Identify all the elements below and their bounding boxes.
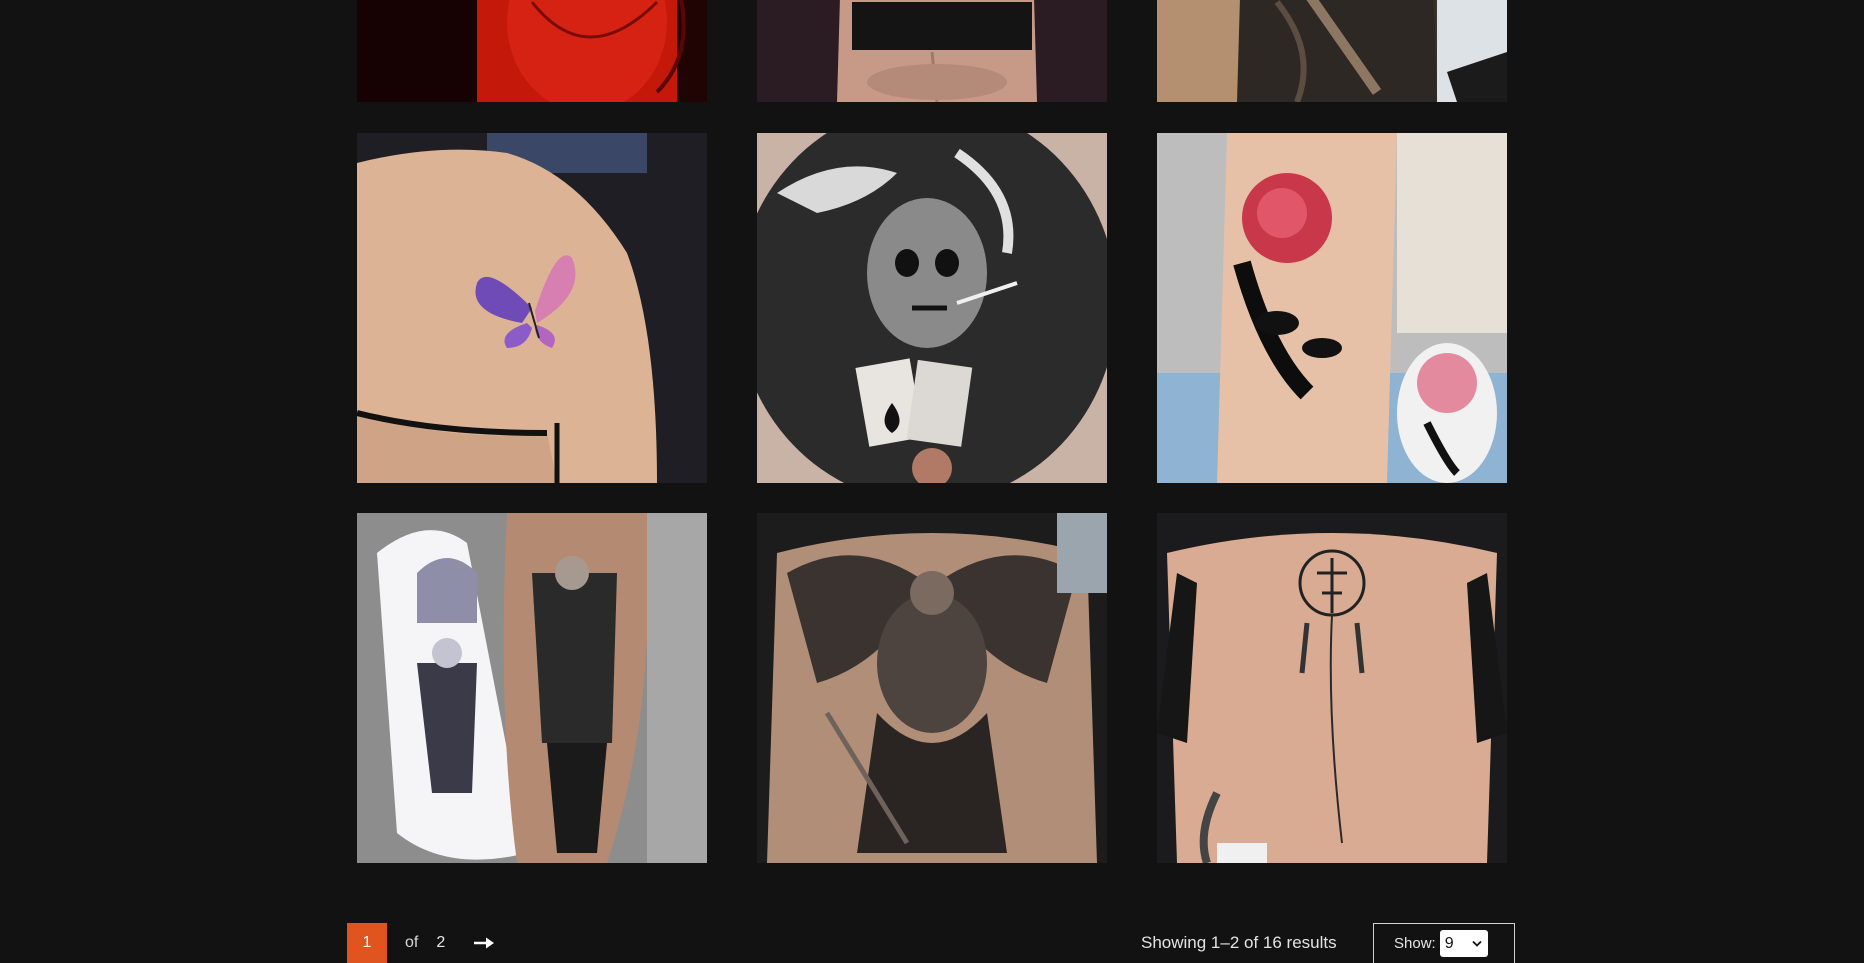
gallery-image xyxy=(757,133,1107,483)
next-page-button[interactable] xyxy=(473,923,495,963)
per-page-select[interactable]: 9 xyxy=(1439,930,1488,957)
gallery-tile[interactable] xyxy=(357,133,707,483)
arrow-right-icon xyxy=(474,937,495,949)
gallery-image xyxy=(757,513,1107,863)
page-of-label: of xyxy=(405,934,419,951)
show-per-page: Show: 9 xyxy=(1373,923,1515,963)
gallery-image xyxy=(357,0,707,102)
gallery-tile[interactable] xyxy=(357,0,707,102)
per-page-value: 9 xyxy=(1444,934,1454,952)
tattoo-gallery-grid xyxy=(357,0,1507,870)
gallery-image xyxy=(1157,513,1507,863)
gallery-tile[interactable] xyxy=(1157,513,1507,863)
gallery-tile[interactable] xyxy=(1157,133,1507,483)
gallery-tile[interactable] xyxy=(357,513,707,863)
gallery-tile[interactable] xyxy=(757,133,1107,483)
gallery-image xyxy=(357,133,707,483)
chevron-down-icon xyxy=(1472,940,1482,947)
gallery-image xyxy=(757,0,1107,102)
pagination: 1 of 2 xyxy=(347,923,495,963)
gallery-image xyxy=(1157,133,1507,483)
page-2-link[interactable]: 2 xyxy=(436,934,445,952)
page-1-button[interactable]: 1 xyxy=(347,923,387,963)
gallery-tile[interactable] xyxy=(757,513,1107,863)
gallery-image xyxy=(1157,0,1507,102)
results-count: Showing 1–2 of 16 results xyxy=(1141,933,1337,952)
gallery-image xyxy=(357,513,707,863)
gallery-tile[interactable] xyxy=(1157,0,1507,102)
gallery-tile[interactable] xyxy=(757,0,1107,102)
show-label: Show: xyxy=(1394,935,1436,952)
